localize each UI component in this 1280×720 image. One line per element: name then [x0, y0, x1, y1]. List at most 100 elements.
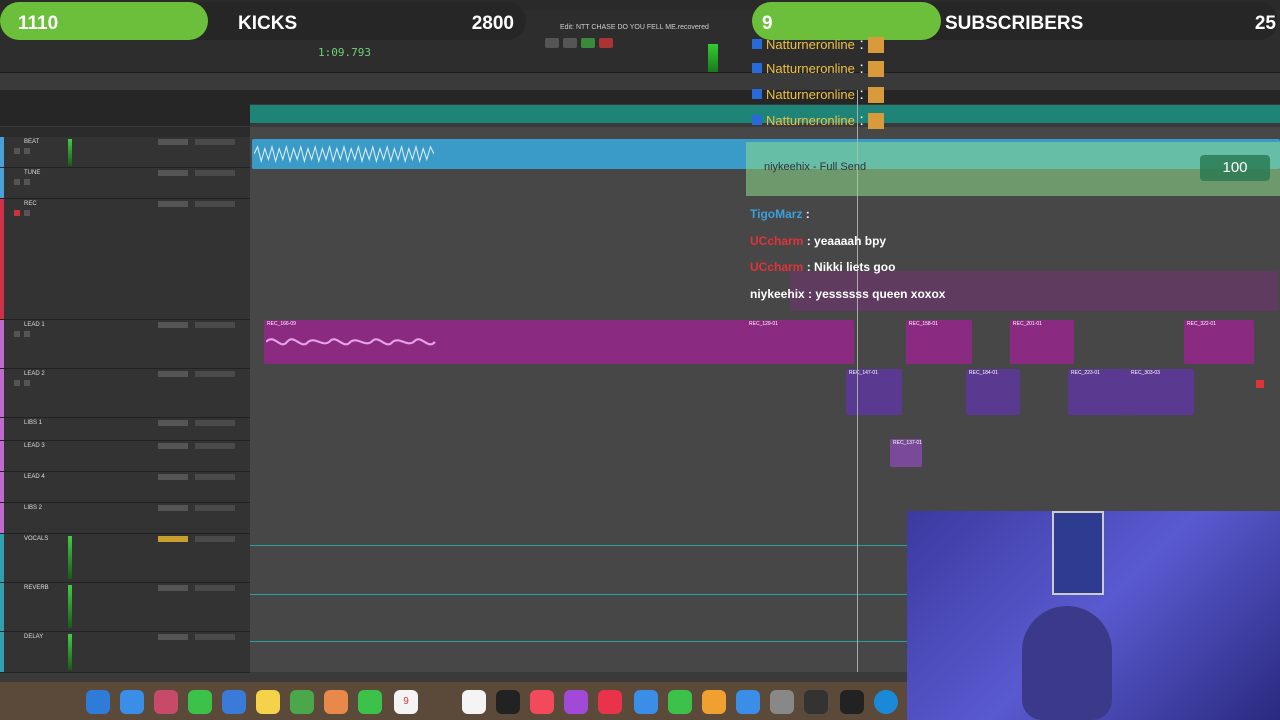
system-preferences-icon[interactable] — [770, 690, 794, 714]
insert-slot[interactable] — [158, 536, 188, 542]
clip-name: REC_201-01 — [1013, 321, 1042, 327]
track-lead-3[interactable]: LEAD 3 — [0, 441, 250, 472]
circle-app-icon[interactable] — [874, 690, 898, 714]
io-selector[interactable] — [195, 170, 235, 176]
track-delay[interactable]: DELAY — [0, 632, 250, 673]
io-selector[interactable] — [195, 505, 235, 511]
io-selector[interactable] — [195, 474, 235, 480]
chat-text: Nikki liets goo — [814, 260, 896, 274]
io-selector[interactable] — [195, 322, 235, 328]
notes-icon[interactable] — [256, 690, 280, 714]
kicks-goal: 2800 — [471, 13, 514, 34]
track-lead-1[interactable]: LEAD 1 — [0, 320, 250, 369]
io-selector[interactable] — [195, 443, 235, 449]
clip-libs[interactable]: REC_137-01 — [890, 439, 922, 467]
track-lead-4[interactable]: LEAD 4 — [0, 472, 250, 503]
streamer — [1022, 606, 1112, 720]
record-enable-button[interactable] — [14, 179, 20, 185]
tv-icon[interactable] — [496, 690, 520, 714]
track-vocals[interactable]: VOCALS — [0, 534, 250, 583]
insert-slot[interactable] — [158, 139, 188, 145]
insert-slot[interactable] — [158, 474, 188, 480]
mail-icon[interactable] — [222, 690, 246, 714]
record-enable-button[interactable] — [14, 148, 20, 154]
safari-icon[interactable] — [120, 690, 144, 714]
clip-name: REC_158-01 — [909, 321, 938, 327]
track-beat[interactable]: BEAT — [0, 137, 250, 168]
solo-button[interactable] — [24, 331, 30, 337]
solo-button[interactable] — [24, 210, 30, 216]
record-button[interactable] — [599, 38, 613, 48]
numbers-icon[interactable] — [668, 690, 692, 714]
play-button[interactable] — [581, 38, 595, 48]
io-selector[interactable] — [195, 139, 235, 145]
insert-slot[interactable] — [158, 322, 188, 328]
clip-lead2[interactable]: REC_303-03 — [1128, 369, 1194, 415]
io-selector[interactable] — [195, 536, 235, 542]
clip-lead1[interactable]: REC_322-01 — [1184, 320, 1254, 364]
rewind-button[interactable] — [545, 38, 559, 48]
track-libs-2[interactable]: LIBS 2 — [0, 503, 250, 534]
clip-lead2[interactable]: REC_184-01 — [966, 369, 1020, 415]
wall-picture — [1052, 511, 1104, 595]
solo-button[interactable] — [24, 179, 30, 185]
track-rec[interactable]: REC — [0, 199, 250, 320]
news-icon[interactable] — [598, 690, 622, 714]
record-enable-button[interactable] — [14, 380, 20, 386]
calendar-icon[interactable]: 9 — [394, 690, 418, 714]
pages-icon[interactable] — [702, 690, 726, 714]
clip-name: REC_223-01 — [1071, 370, 1100, 376]
track-meter — [68, 585, 72, 629]
keynote-icon[interactable] — [634, 690, 658, 714]
photos-icon[interactable] — [324, 690, 348, 714]
insert-slot[interactable] — [158, 201, 188, 207]
facetime-icon[interactable] — [358, 690, 382, 714]
app-store-icon[interactable] — [736, 690, 760, 714]
chat-message: niykeehix : yessssss queen xoxox — [750, 287, 945, 301]
track-meter — [68, 634, 72, 670]
track-color — [0, 534, 4, 582]
insert-slot[interactable] — [158, 505, 188, 511]
io-selector[interactable] — [195, 201, 235, 207]
launchpad-icon[interactable] — [154, 690, 178, 714]
app-icon[interactable] — [840, 690, 864, 714]
record-enable-button[interactable] — [14, 210, 20, 216]
finder-icon[interactable] — [86, 690, 110, 714]
track-libs-1[interactable]: LIBS 1 — [0, 418, 250, 441]
insert-slot[interactable] — [158, 585, 188, 591]
clip-lead1[interactable]: REC_129-01 — [746, 320, 854, 364]
track-name: LEAD 3 — [24, 443, 45, 449]
window-title: Edit: NTT CHASE DO YOU FELL ME.recovered — [560, 24, 709, 31]
solo-button[interactable] — [24, 380, 30, 386]
kicks-goal-bar: 1110 KICKS 2800 — [0, 2, 526, 40]
maps-icon[interactable] — [290, 690, 314, 714]
insert-slot[interactable] — [158, 634, 188, 640]
io-selector[interactable] — [195, 420, 235, 426]
reminders-icon[interactable] — [462, 690, 486, 714]
clip-lead2[interactable]: REC_223-01 — [1068, 369, 1128, 415]
clip-lead1[interactable]: REC_158-01 — [906, 320, 972, 364]
track-reverb[interactable]: REVERB — [0, 583, 250, 632]
badge-icon — [752, 89, 762, 99]
music-icon[interactable] — [530, 690, 554, 714]
insert-slot[interactable] — [158, 443, 188, 449]
track-lead-2[interactable]: LEAD 2 — [0, 369, 250, 418]
io-selector[interactable] — [195, 371, 235, 377]
io-selector[interactable] — [195, 585, 235, 591]
io-selector[interactable] — [195, 634, 235, 640]
track-tune[interactable]: TUNE — [0, 168, 250, 199]
main-counter[interactable]: 1:09.793 — [318, 46, 371, 59]
podcasts-icon[interactable] — [564, 690, 588, 714]
clip-lead1[interactable]: REC_201-01 — [1010, 320, 1074, 364]
solo-button[interactable] — [24, 148, 30, 154]
record-enable-button[interactable] — [14, 331, 20, 337]
master-meter — [708, 44, 718, 72]
messages-icon[interactable] — [188, 690, 212, 714]
clip-lead2[interactable]: REC_147-01 — [846, 369, 902, 415]
insert-slot[interactable] — [158, 170, 188, 176]
insert-slot[interactable] — [158, 371, 188, 377]
pro-tools-icon[interactable] — [804, 690, 828, 714]
insert-slot[interactable] — [158, 420, 188, 426]
clip-name: REC_184-01 — [969, 370, 998, 376]
stop-button[interactable] — [563, 38, 577, 48]
